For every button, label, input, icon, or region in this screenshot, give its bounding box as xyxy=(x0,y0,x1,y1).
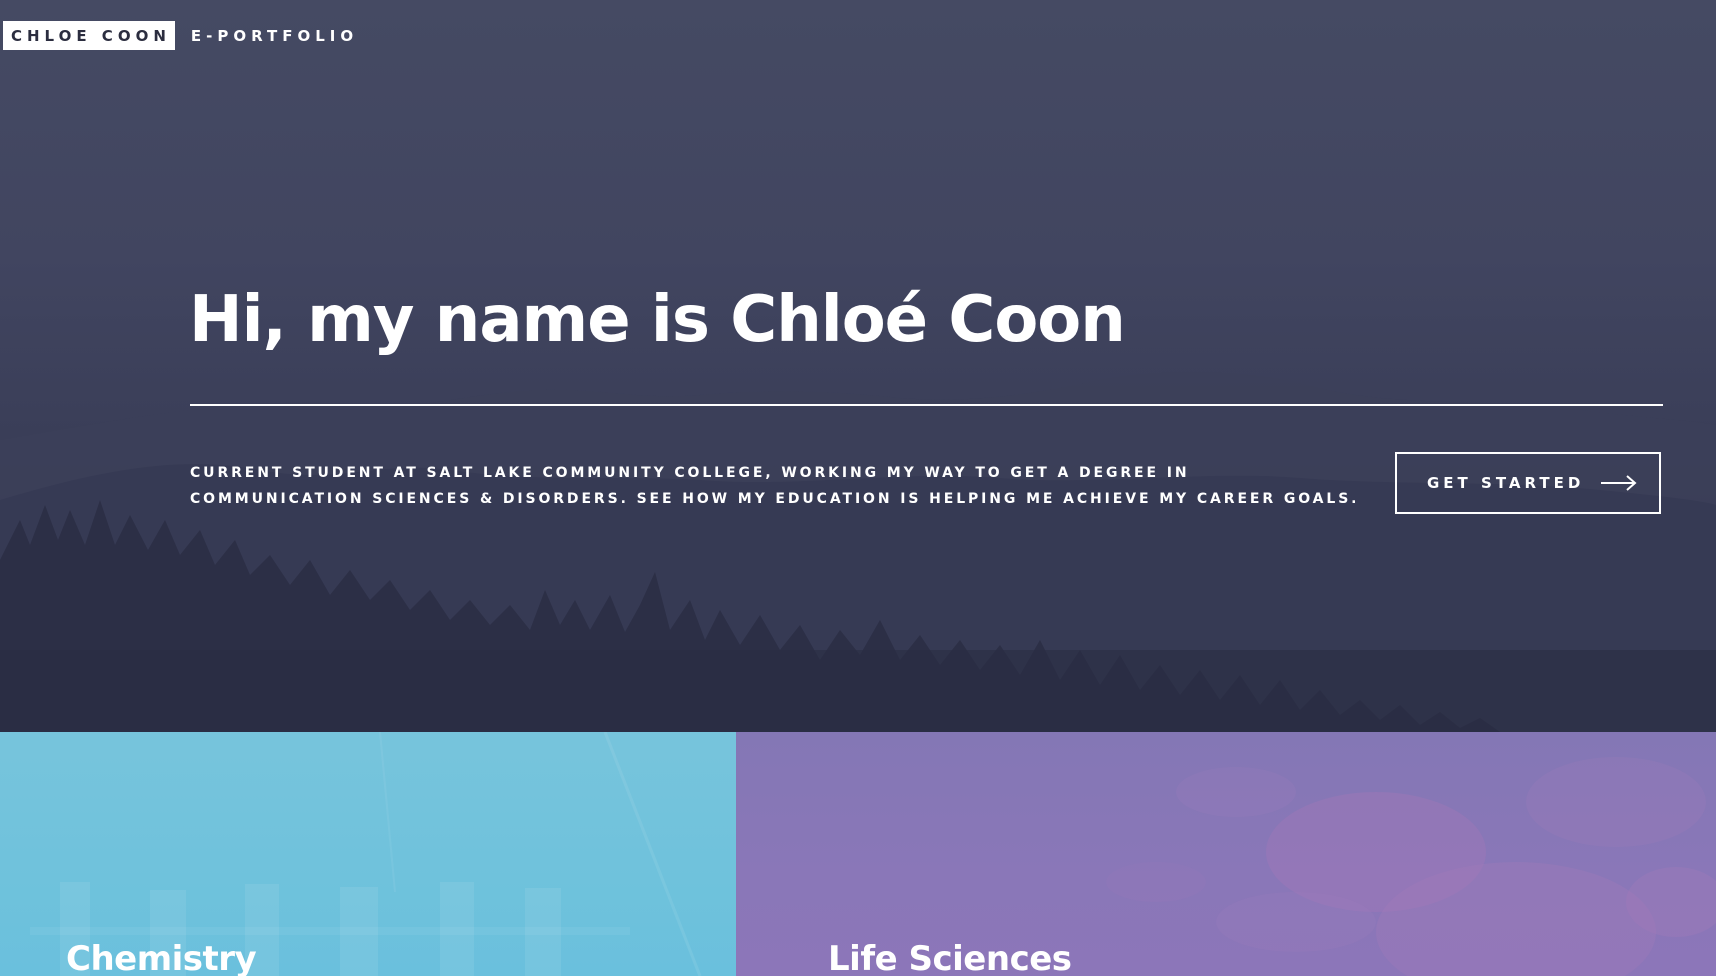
mountain-forest-background xyxy=(0,372,1716,732)
chemistry-title[interactable]: Chemistry xyxy=(66,937,257,976)
site-brand[interactable]: CHLOE COON E-PORTFOLIO xyxy=(3,21,358,50)
hero-divider xyxy=(190,404,1663,406)
hero-description: CURRENT STUDENT AT SALT LAKE COMMUNITY C… xyxy=(190,465,1360,507)
arrow-right-icon xyxy=(1600,473,1638,493)
page: CHLOE COON E-PORTFOLIO Hi, my name is Ch… xyxy=(0,0,1716,976)
hero-title: Hi, my name is Chloé Coon xyxy=(189,283,1126,357)
hero-banner: CHLOE COON E-PORTFOLIO Hi, my name is Ch… xyxy=(0,0,1716,732)
brand-name[interactable]: CHLOE COON xyxy=(3,21,175,50)
brand-subtitle: E-PORTFOLIO xyxy=(190,26,359,45)
life-sciences-tile[interactable]: Life Sciences xyxy=(736,732,1716,976)
get-started-label: GET STARTED xyxy=(1427,474,1585,492)
chemistry-tile[interactable]: Chemistry xyxy=(0,732,736,976)
get-started-button[interactable]: GET STARTED xyxy=(1395,452,1661,514)
life-sciences-title[interactable]: Life Sciences xyxy=(828,937,1072,976)
